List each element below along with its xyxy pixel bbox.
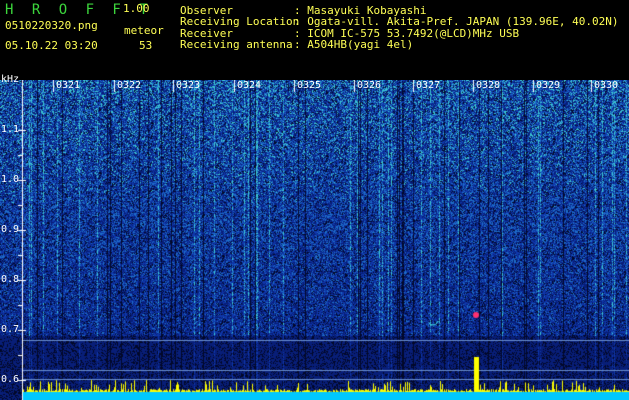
y-tick-label: 1.0 xyxy=(1,174,20,185)
spectrogram xyxy=(0,80,629,400)
y-tick-label: 1.1 xyxy=(1,124,20,135)
y-tick-label: 0.7 xyxy=(1,324,20,335)
x-tick-label: 0327 xyxy=(416,80,441,91)
filename-label: 0510220320.png xyxy=(5,19,98,32)
x-tick-label: 0326 xyxy=(357,80,382,91)
x-tick-label: 0328 xyxy=(476,80,501,91)
app-version: 1.00 xyxy=(123,2,150,15)
y-tick-label: 0.8 xyxy=(1,274,20,285)
x-tick-label: 0323 xyxy=(176,80,201,91)
y-tick-label: 0.6 xyxy=(1,374,20,385)
x-tick-label: 0321 xyxy=(56,80,81,91)
antenna-label: Receiving antenna xyxy=(180,38,293,51)
x-tick-label: 0330 xyxy=(594,80,619,91)
antenna-value: : A504HB(yagi 4el) xyxy=(294,38,414,51)
datetime-label: 05.10.22 03:20 xyxy=(5,39,98,52)
meteor-count: 53 xyxy=(139,39,153,52)
x-tick-label: 0322 xyxy=(117,80,142,91)
x-tick-label: 0329 xyxy=(536,80,561,91)
axis-unit-label: kHz xyxy=(1,74,20,85)
x-tick-label: 0325 xyxy=(297,80,322,91)
meteor-label: meteor xyxy=(124,24,164,37)
y-tick-label: 0.9 xyxy=(1,224,20,235)
x-tick-label: 0324 xyxy=(237,80,262,91)
header-panel: H R O F F T 1.00 0510220320.png 05.10.22… xyxy=(0,0,629,75)
